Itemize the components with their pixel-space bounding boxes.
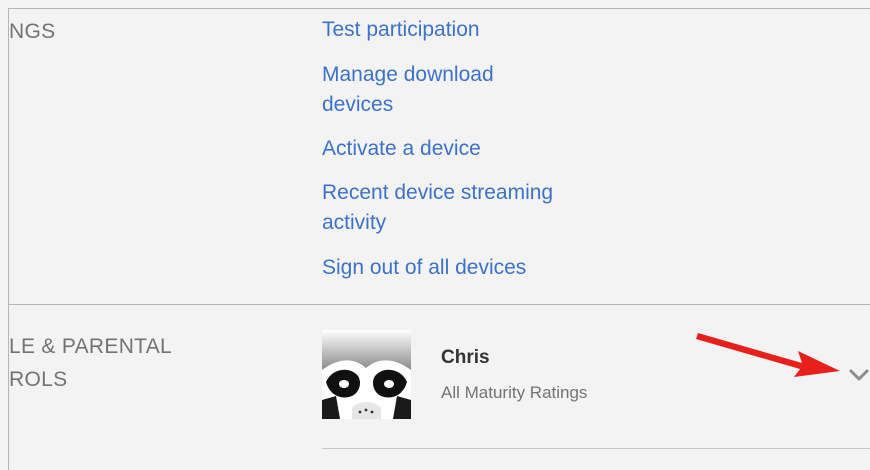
test-participation-link[interactable]: Test participation (322, 15, 480, 45)
link-label: Recent device streaming (322, 181, 554, 204)
profile-section-label-line1: LE & PARENTAL (9, 335, 173, 358)
link-label: Sign out of all devices (322, 256, 527, 279)
profile-name: Chris (441, 347, 490, 368)
sign-out-all-devices-link[interactable]: Sign out of all devices (322, 253, 526, 283)
profile-section-label-line2: ROLS (9, 368, 68, 391)
recent-device-streaming-activity-link[interactable]: Recent device streaming activity (322, 178, 553, 238)
profile-section-label: LE & PARENTAL ROLS (9, 330, 172, 396)
profile-divider (322, 448, 870, 449)
annotation-arrow-icon (696, 333, 840, 377)
settings-section-label: NGS (9, 20, 56, 43)
link-label: Test participation (322, 18, 480, 41)
link-label: devices (322, 93, 394, 116)
link-label: Manage download (322, 63, 494, 86)
link-label: Activate a device (322, 137, 481, 160)
section-divider (9, 304, 870, 305)
link-label: activity (322, 211, 387, 234)
chevron-down-icon[interactable] (848, 364, 870, 386)
profile-maturity-rating: All Maturity Ratings (441, 383, 588, 402)
activate-device-link[interactable]: Activate a device (322, 134, 481, 164)
panda-avatar-icon[interactable] (322, 330, 411, 419)
manage-download-devices-link[interactable]: Manage download devices (322, 60, 494, 120)
